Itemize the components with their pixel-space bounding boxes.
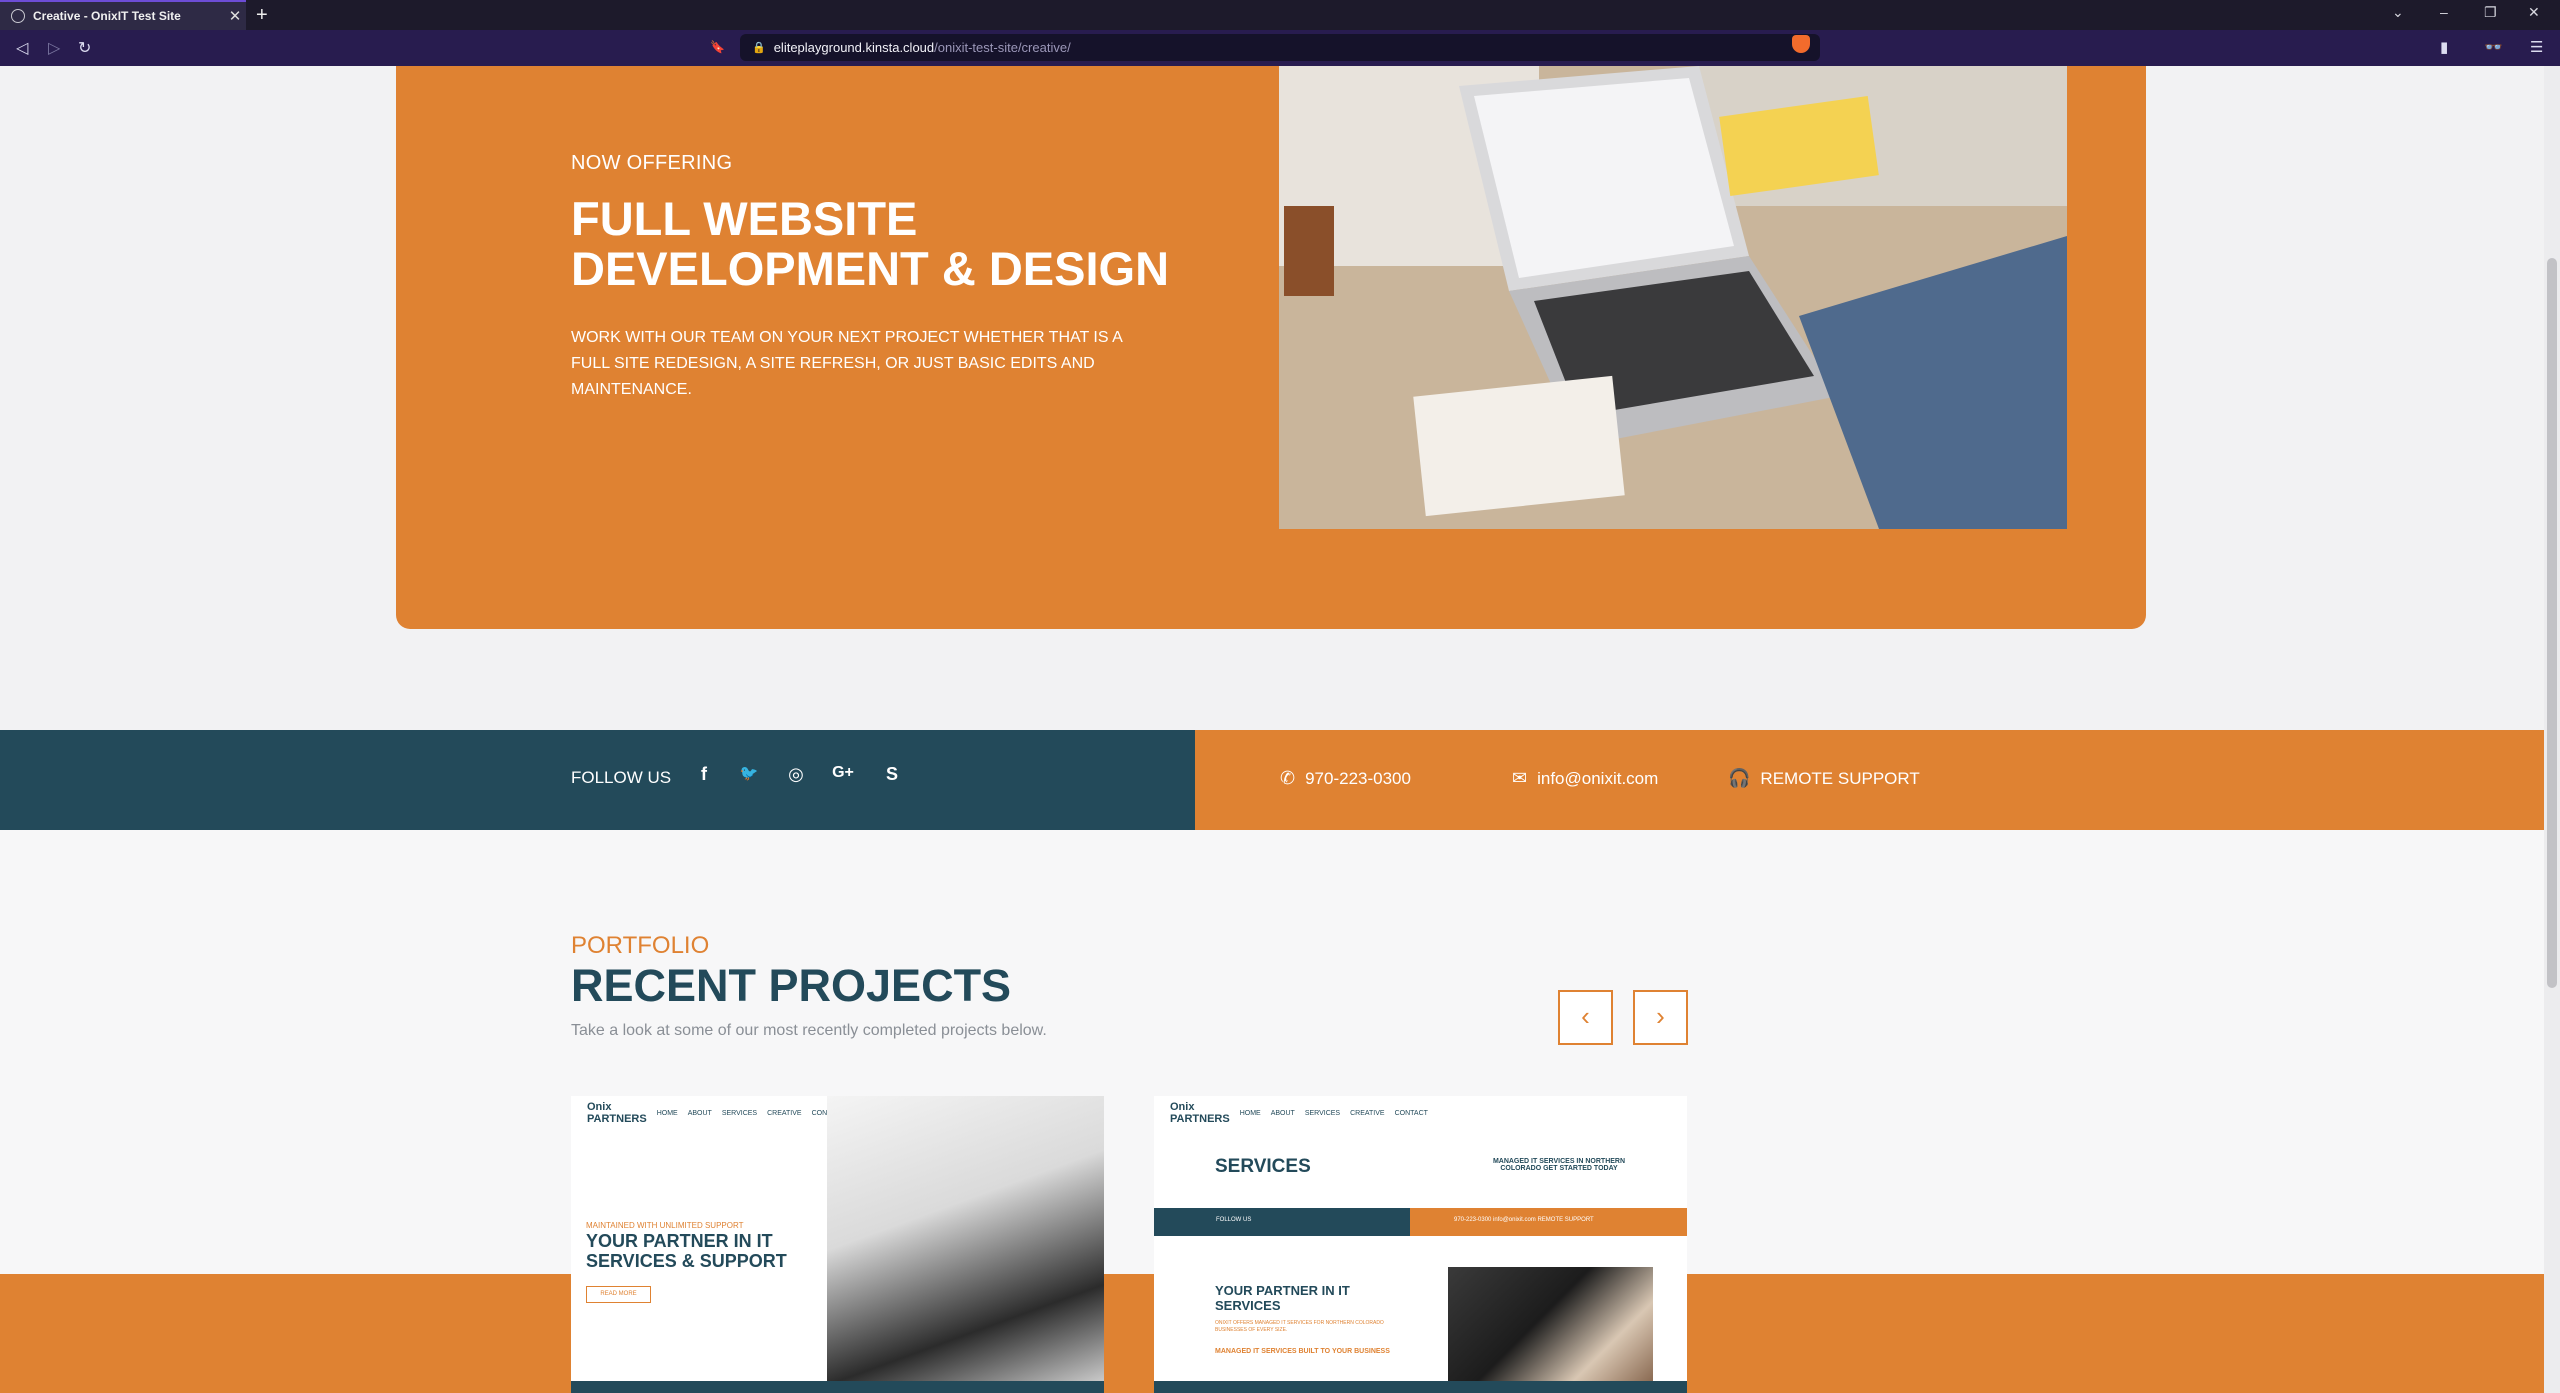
tab-title: Creative - OnixIT Test Site <box>33 9 181 23</box>
minimize-button[interactable]: – <box>2440 4 2448 20</box>
hero-title: FULL WEBSITE DEVELOPMENT & DESIGN <box>571 192 1170 295</box>
url-path: /onixit-test-site/creative/ <box>934 40 1071 55</box>
wallet-glasses-icon[interactable]: 👓 <box>2484 38 2503 56</box>
card-nav-item: CONTACT <box>1394 1109 1428 1117</box>
card-2-subheading: MANAGED IT SERVICES BUILT TO YOUR BUSINE… <box>1215 1348 1390 1355</box>
portfolio-subtitle: Take a look at some of our most recently… <box>571 1022 1047 1039</box>
card-1-title: YOUR PARTNER IN IT SERVICES & SUPPORT <box>586 1231 787 1271</box>
card-mini-nav: Onix PARTNERS HOME ABOUT SERVICES CREATI… <box>1170 1101 1428 1125</box>
card-1-keyboard-photo <box>827 1096 1104 1381</box>
browser-toolbar: ◁ ▷ ↻ 🔖 🔒 eliteplayground.kinsta.cloud/o… <box>0 30 2560 66</box>
twitter-icon[interactable]: 🐦 <box>736 764 762 782</box>
card-2-heading: YOUR PARTNER IN IT SERVICES <box>1215 1283 1350 1313</box>
card-nav-item: SERVICES <box>1304 1109 1341 1117</box>
card-nav-item: CREATIVE <box>767 1109 802 1117</box>
google-plus-icon[interactable]: G+ <box>830 764 856 782</box>
card-nav-item: SERVICES <box>721 1109 758 1117</box>
follow-us-label: FOLLOW US <box>571 768 672 787</box>
card-2-strip-contacts: 970-223-0300 info@onixit.com REMOTE SUPP… <box>1454 1217 1594 1223</box>
globe-icon <box>11 9 25 23</box>
card-1-footer-strip <box>571 1381 1104 1393</box>
envelope-icon: ✉ <box>1512 768 1528 788</box>
project-card-2[interactable]: Onix PARTNERS HOME ABOUT SERVICES CREATI… <box>1154 1096 1687 1393</box>
new-tab-button[interactable]: + <box>256 3 268 27</box>
card-nav-item: ABOUT <box>687 1109 712 1117</box>
sidebar-icon[interactable]: ▮ <box>2440 38 2448 56</box>
card-2-strip-follow: FOLLOW US <box>1216 1217 1252 1223</box>
instagram-icon[interactable]: ◎ <box>783 764 809 785</box>
menu-icon[interactable]: ☰ <box>2530 38 2543 56</box>
facebook-icon[interactable]: f <box>691 764 717 785</box>
address-bar[interactable]: 🔒 eliteplayground.kinsta.cloud/onixit-te… <box>740 34 1820 61</box>
project-card-1[interactable]: Onix PARTNERS HOME ABOUT SERVICES CREATI… <box>571 1096 1104 1393</box>
remote-support-label: REMOTE SUPPORT <box>1760 768 1920 788</box>
hero-laptop-photo <box>1279 66 2067 529</box>
card-2-laptop-photo <box>1448 1267 1653 1381</box>
browser-tab-bar: Creative - OnixIT Test Site ✕ + ⌄ – ❐ ✕ <box>0 0 2560 30</box>
card-mini-nav: Onix PARTNERS HOME ABOUT SERVICES CREATI… <box>587 1101 845 1125</box>
restore-button[interactable]: ❐ <box>2484 4 2497 21</box>
card-1-read-more: READ MORE <box>586 1286 651 1303</box>
scrollbar-thumb[interactable] <box>2547 258 2557 988</box>
carousel-next-button[interactable]: › <box>1633 990 1688 1045</box>
card-2-footer-strip <box>1154 1381 1687 1393</box>
card-nav-item: HOME <box>656 1109 678 1117</box>
card-2-title: SERVICES <box>1215 1156 1311 1177</box>
hero-section: NOW OFFERING FULL WEBSITE DEVELOPMENT & … <box>396 66 2146 629</box>
card-2-tagline: MANAGED IT SERVICES IN NORTHERN COLORADO… <box>1492 1158 1626 1172</box>
page-viewport: NOW OFFERING FULL WEBSITE DEVELOPMENT & … <box>0 66 2544 1393</box>
email-contact[interactable]: ✉ info@onixit.com <box>1512 768 1658 789</box>
close-window-button[interactable]: ✕ <box>2528 4 2540 21</box>
remote-support-link[interactable]: 🎧 REMOTE SUPPORT <box>1728 768 1920 789</box>
tab-close-icon[interactable]: ✕ <box>224 7 246 25</box>
lock-icon: 🔒 <box>752 42 766 54</box>
email-address: info@onixit.com <box>1537 768 1659 788</box>
reload-button[interactable]: ↻ <box>78 38 91 58</box>
card-nav-item: CREATIVE <box>1350 1109 1385 1117</box>
laptop-illustration <box>1279 66 2067 529</box>
card-logo: Onix PARTNERS <box>1170 1101 1230 1125</box>
bookmark-icon[interactable]: 🔖 <box>710 40 725 54</box>
card-2-strip-left <box>1154 1208 1410 1236</box>
card-2-paragraph: ONIXIT OFFERS MANAGED IT SERVICES FOR NO… <box>1215 1320 1384 1333</box>
phone-contact[interactable]: ✆ 970-223-0300 <box>1280 768 1411 789</box>
browser-tab-active[interactable]: Creative - OnixIT Test Site ✕ <box>0 0 246 30</box>
tab-search-chevron-icon[interactable]: ⌄ <box>2392 4 2404 21</box>
phone-icon: ✆ <box>1280 768 1296 788</box>
card-1-kicker: MAINTAINED WITH UNLIMITED SUPPORT <box>586 1221 744 1230</box>
back-button[interactable]: ◁ <box>16 38 28 58</box>
forward-button[interactable]: ▷ <box>48 38 60 58</box>
card-2-contact-strip: FOLLOW US 970-223-0300 info@onixit.com R… <box>1154 1208 1687 1236</box>
phone-number: 970-223-0300 <box>1305 768 1411 788</box>
card-logo: Onix PARTNERS <box>587 1101 647 1125</box>
hero-kicker: NOW OFFERING <box>571 152 733 174</box>
url-host: eliteplayground.kinsta.cloud <box>773 40 935 55</box>
skype-icon[interactable]: S <box>879 764 905 785</box>
portfolio-kicker: PORTFOLIO <box>571 932 710 959</box>
card-nav-item: ABOUT <box>1270 1109 1295 1117</box>
headset-icon: 🎧 <box>1728 768 1751 788</box>
brave-shields-icon[interactable] <box>1792 35 1810 53</box>
social-contact-bar: FOLLOW US f 🐦 ◎ G+ S ✆ 970-223-0300 ✉ in… <box>0 730 2544 830</box>
carousel-prev-button[interactable]: ‹ <box>1558 990 1613 1045</box>
portfolio-title: RECENT PROJECTS <box>571 960 1012 1011</box>
card-nav-item: HOME <box>1239 1109 1261 1117</box>
hero-description: WORK WITH OUR TEAM ON YOUR NEXT PROJECT … <box>571 329 1122 398</box>
